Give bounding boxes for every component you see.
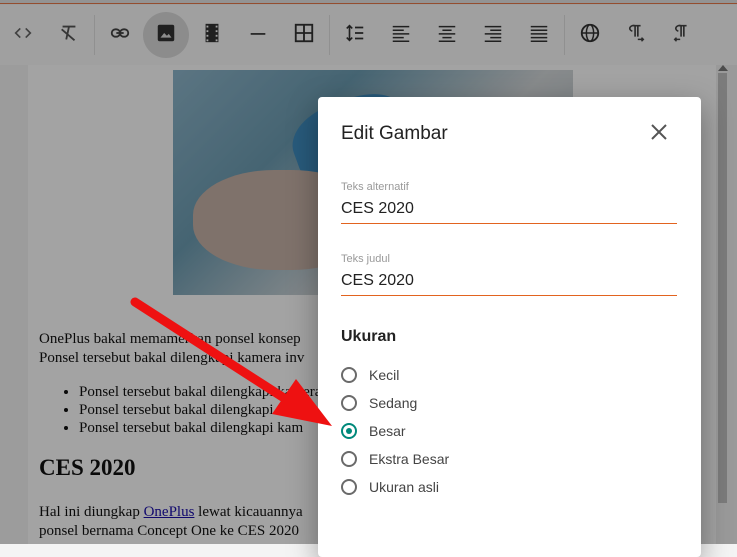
radio-button[interactable] [341,451,357,467]
alt-text-label: Teks alternatif [341,181,409,193]
size-option-medium[interactable]: Sedang [341,395,417,411]
title-text-label: Teks judul [341,253,390,265]
close-icon [650,123,668,146]
radio-button[interactable] [341,479,357,495]
alt-text-field[interactable]: Teks alternatif CES 2020 [341,181,677,224]
radio-label: Ekstra Besar [369,451,450,467]
size-option-extra-large[interactable]: Ekstra Besar [341,451,449,467]
radio-button[interactable] [341,395,357,411]
radio-label: Besar [369,423,406,439]
radio-label: Sedang [369,395,418,411]
alt-text-input[interactable]: CES 2020 [341,200,677,224]
size-option-original[interactable]: Ukuran asli [341,479,439,495]
size-option-large[interactable]: Besar [341,423,406,439]
radio-button[interactable] [341,367,357,383]
title-text-field[interactable]: Teks judul CES 2020 [341,253,677,296]
radio-button-selected[interactable] [341,423,357,439]
radio-label: Kecil [369,367,400,383]
size-option-small[interactable]: Kecil [341,367,399,383]
size-section-title: Ukuran [341,328,397,345]
edit-image-dialog: Edit Gambar Teks alternatif CES 2020 Tek… [318,97,701,557]
title-text-input[interactable]: CES 2020 [341,272,677,296]
close-button[interactable] [646,121,672,147]
dialog-title: Edit Gambar [341,123,448,144]
radio-label: Ukuran asli [369,479,440,495]
